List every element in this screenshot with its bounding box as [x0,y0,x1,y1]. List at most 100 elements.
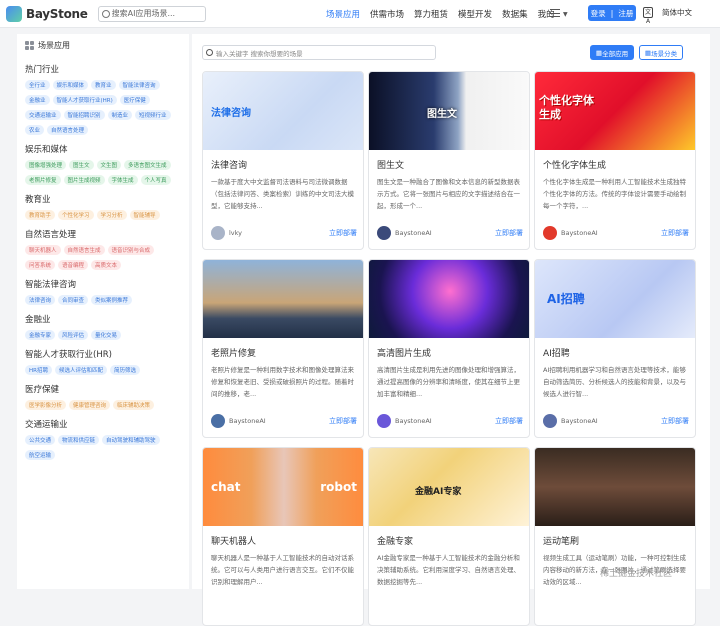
app-card[interactable]: 法律咨询 法律咨询 一款基于度大中文监督司法语料与司法微调数据（包括法律问答、类案检… [202,71,364,250]
deploy-link[interactable]: 立即部署 [661,416,689,426]
tag-chip[interactable]: 自动驾驶和辅助驾驶 [102,435,160,445]
card-thumbnail[interactable] [203,260,363,338]
menu-icon[interactable] [550,9,560,17]
sidebar-category[interactable]: 自然语言处理 [25,228,189,240]
tag-chip[interactable]: 医疗保健 [119,95,150,105]
sidebar-category[interactable]: 交通运输业 [25,418,189,430]
tag-chip[interactable]: 候选人评估和匹配 [54,365,107,375]
card-title[interactable]: 运动笔刷 [543,534,695,547]
app-card[interactable]: 运动笔刷 视频生成工具（运动笔刷）功能，一种可控制生成内容移动的新方法，在一张图片… [534,447,696,626]
tag-chip[interactable]: 制造业 [107,110,133,120]
tag-chip[interactable]: 教育助手 [25,210,56,220]
register-label[interactable]: 注册 [618,8,633,19]
language-icon[interactable]: 文A [643,7,653,25]
nav-model[interactable]: 模型开发 [458,8,492,20]
sidebar-category[interactable]: 娱乐和媒体 [25,143,189,155]
tag-chip[interactable]: 自然语言处理 [47,125,89,135]
tag-chip[interactable]: 航空运输 [25,450,56,460]
tag-chip[interactable]: 健康管理咨询 [69,400,111,410]
deploy-link[interactable]: 立即部署 [495,416,523,426]
sidebar-category[interactable]: 教育业 [25,193,189,205]
sidebar-category[interactable]: 医疗保健 [25,383,189,395]
app-card[interactable]: 老照片修复 老照片修复是一种利用数字技术和图像处理算法来修复和恢复老旧、受损或破损… [202,259,364,438]
tag-chip[interactable]: HR招聘 [25,365,52,375]
tag-chip[interactable]: 智能人才获取行业(HR) [52,95,117,105]
tag-chip[interactable]: 自然语言生成 [63,245,105,255]
card-title[interactable]: 个性化字体生成 [543,158,695,171]
tag-chip[interactable]: 图像增强处理 [25,160,67,170]
tag-chip[interactable]: 教育业 [91,80,116,90]
tag-chip[interactable]: 多语言图文生成 [124,160,171,170]
app-card[interactable]: 高清图片生成 高清图片生成是利用先进的图像处理和增强算法，通过提高图像的分辨率和清… [368,259,530,438]
deploy-link[interactable]: 立即部署 [661,228,689,238]
card-title[interactable]: 图生文 [377,158,529,171]
sidebar-category[interactable]: 金融业 [25,313,189,325]
tag-chip[interactable]: 学习分析 [96,210,127,220]
deploy-link[interactable]: 立即部署 [495,228,523,238]
tag-chip[interactable]: 问答系统 [25,260,56,270]
app-card[interactable]: 个性化字体生成 个性化字体生成 个性化字体生成是一种利用人工智能技术生成独特个性化字… [534,71,696,250]
card-thumbnail[interactable] [535,448,695,526]
tag-chip[interactable]: 智能招聘识别 [63,110,105,120]
app-card[interactable]: chat robot 聊天机器人 聊天机器人是一种基于人工智能技术的自动对话系统。它可… [202,447,364,626]
card-title[interactable]: 聊天机器人 [211,534,363,547]
header-search-input[interactable]: 搜索AI应用场景... [97,5,206,22]
tag-chip[interactable]: 类似案例推荐 [91,295,133,305]
card-title[interactable]: 高清图片生成 [377,346,529,359]
tag-chip[interactable]: 公共交通 [25,435,56,445]
tag-chip[interactable]: 个人写真 [140,175,171,185]
tag-chip[interactable]: 智能辅导 [129,210,160,220]
nav-dataset[interactable]: 数据集 [502,8,528,20]
card-thumbnail[interactable] [369,260,529,338]
app-card[interactable]: AI招聘 AI招聘 AI招聘利用机器学习和自然语言处理等技术，能够自动筛选简历、分析… [534,259,696,438]
card-title[interactable]: 老照片修复 [211,346,363,359]
sidebar-category[interactable]: 智能人才获取行业(HR) [25,348,189,360]
login-register-button[interactable]: 登录 | 注册 [588,5,636,21]
tag-chip[interactable]: 金融专家 [25,330,56,340]
card-title[interactable]: AI招聘 [543,346,695,359]
tag-chip[interactable]: 合同审查 [58,295,89,305]
tag-chip[interactable]: 物流和供应链 [58,435,100,445]
tag-chip[interactable]: 图片生成视频 [63,175,105,185]
nav-compute[interactable]: 算力租赁 [414,8,448,20]
nav-scenario[interactable]: 场景应用 [326,8,360,20]
card-title[interactable]: 金融专家 [377,534,529,547]
category-button[interactable]: ▦ 场景分类 [639,45,683,60]
card-thumbnail[interactable]: 金融AI专家 [369,448,529,526]
tag-chip[interactable]: 文生图 [96,160,122,170]
tag-chip[interactable]: 智能法律咨询 [118,80,160,90]
logo[interactable]: BayStone [6,5,88,22]
tag-chip[interactable]: 语音识别与合成 [107,245,155,255]
deploy-link[interactable]: 立即部署 [329,416,357,426]
tag-chip[interactable]: 个性化学习 [58,210,94,220]
tag-chip[interactable]: 短视频行业 [135,110,171,120]
app-card[interactable]: 金融AI专家 金融专家 AI金融专家是一种基于人工智能技术的金融分析和决策辅助系统。… [368,447,530,626]
tag-chip[interactable]: 字体生成 [107,175,138,185]
app-card[interactable]: 图生文 图生文 图生文是一种融合了图像和文本信息的新型数据表示方式。它将一张图片与相… [368,71,530,250]
tag-chip[interactable]: 法律咨询 [25,295,56,305]
tag-chip[interactable]: 简历筛选 [109,365,140,375]
tag-chip[interactable]: 交通运输业 [25,110,61,120]
tag-chip[interactable]: 图生文 [69,160,94,170]
tag-chip[interactable]: 高质文本 [91,260,122,270]
card-thumbnail[interactable]: chat robot [203,448,363,526]
card-thumbnail[interactable]: 个性化字体生成 [535,72,695,150]
tag-chip[interactable]: 医学影像分析 [25,400,67,410]
tag-chip[interactable]: 娱乐和媒体 [52,80,89,90]
all-apps-button[interactable]: ▦ 全部应用 [590,45,634,60]
tag-chip[interactable]: 风险评估 [58,330,89,340]
tag-chip[interactable]: 临床辅助决策 [113,400,155,410]
card-thumbnail[interactable]: AI招聘 [535,260,695,338]
card-thumbnail[interactable]: 图生文 [369,72,529,150]
sidebar-category[interactable]: 热门行业 [25,63,189,75]
login-label[interactable]: 登录 [591,8,606,19]
sidebar-category[interactable]: 智能法律咨询 [25,278,189,290]
chevron-down-icon[interactable]: ▼ [563,11,568,18]
tag-chip[interactable]: 聊天机器人 [25,245,61,255]
scenario-search-input[interactable]: 输入关键字 搜索你想要的场景 [202,45,436,60]
card-thumbnail[interactable]: 法律咨询 [203,72,363,150]
tag-chip[interactable]: 农业 [25,125,45,135]
tag-chip[interactable]: 老照片修复 [25,175,61,185]
tag-chip[interactable]: 量化交易 [91,330,122,340]
language-selector[interactable]: 简体中文 [662,7,692,18]
